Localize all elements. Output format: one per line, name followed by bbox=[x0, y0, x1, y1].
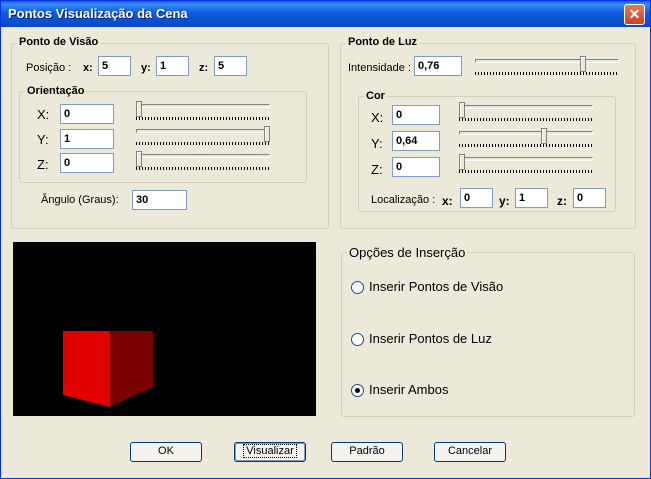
slider-track bbox=[475, 59, 619, 63]
orientacao-title: Orientação bbox=[25, 85, 87, 97]
slider-track bbox=[136, 154, 270, 158]
ok-button-label: OK bbox=[158, 445, 174, 457]
luz-z-input[interactable] bbox=[573, 188, 606, 208]
radio-inserir-luz[interactable] bbox=[351, 333, 364, 346]
intensidade-label: Intensidade : bbox=[348, 62, 411, 74]
posicao-label: Posição : bbox=[26, 62, 72, 74]
orientacao-y-label: Y: bbox=[37, 132, 49, 147]
cor-z-label: Z: bbox=[371, 162, 383, 177]
orientacao-x-label: X: bbox=[37, 107, 50, 122]
luz-x-input[interactable] bbox=[460, 188, 493, 208]
visao-z-input[interactable] bbox=[214, 56, 247, 76]
slider-ticks bbox=[459, 170, 593, 173]
orientacao-z-label: Z: bbox=[37, 157, 49, 172]
orientacao-z-slider[interactable] bbox=[136, 151, 270, 173]
luz-z-label: z: bbox=[557, 194, 567, 208]
slider-ticks bbox=[459, 144, 593, 147]
radio-inserir-luz-label[interactable]: Inserir Pontos de Luz bbox=[369, 331, 492, 346]
cor-z-input[interactable] bbox=[392, 157, 440, 177]
orientacao-y-input[interactable] bbox=[60, 129, 114, 149]
opcoes-insercao-title: Opções de Inserção bbox=[347, 245, 468, 260]
dialog-window: Pontos Visualização da Cena ✕ Ponto de V… bbox=[0, 0, 651, 479]
slider-ticks bbox=[136, 117, 270, 120]
ponto-visao-title: Ponto de Visão bbox=[17, 36, 101, 48]
scene-preview[interactable] bbox=[13, 242, 316, 416]
visao-z-label: z: bbox=[199, 62, 209, 74]
intensidade-input[interactable] bbox=[414, 56, 462, 76]
slider-ticks bbox=[475, 72, 619, 75]
radio-inserir-visao-label[interactable]: Inserir Pontos de Visão bbox=[369, 279, 503, 294]
cube-graphic bbox=[63, 331, 153, 407]
slider-thumb[interactable] bbox=[136, 101, 142, 117]
radio-inserir-ambos[interactable] bbox=[351, 384, 364, 397]
orientacao-y-slider[interactable] bbox=[136, 126, 270, 148]
slider-track bbox=[459, 131, 593, 135]
intensidade-slider[interactable] bbox=[475, 56, 619, 78]
visualizar-button-label: Visualizar bbox=[243, 444, 297, 458]
radio-inserir-visao[interactable] bbox=[351, 281, 364, 294]
cor-x-input[interactable] bbox=[392, 105, 440, 125]
orientacao-x-slider[interactable] bbox=[136, 101, 270, 123]
cor-y-input[interactable] bbox=[392, 131, 440, 151]
luz-y-input[interactable] bbox=[515, 188, 548, 208]
cube-side-face bbox=[110, 331, 153, 407]
visualizar-button[interactable]: Visualizar bbox=[234, 442, 306, 462]
slider-thumb[interactable] bbox=[459, 102, 465, 118]
angulo-label: Ângulo (Graus): bbox=[41, 194, 119, 206]
slider-thumb[interactable] bbox=[459, 154, 465, 170]
cancelar-button[interactable]: Cancelar bbox=[434, 442, 506, 462]
title-bar[interactable]: Pontos Visualização da Cena ✕ bbox=[1, 1, 650, 27]
slider-ticks bbox=[136, 167, 270, 170]
cor-y-label: Y: bbox=[371, 136, 383, 151]
padrao-button[interactable]: Padrão bbox=[331, 442, 403, 462]
visao-x-input[interactable] bbox=[98, 56, 131, 76]
slider-track bbox=[459, 157, 593, 161]
localizacao-label: Localização : bbox=[371, 194, 436, 206]
cube-front-face bbox=[63, 331, 110, 407]
cor-title: Cor bbox=[364, 90, 387, 102]
radio-inserir-ambos-label[interactable]: Inserir Ambos bbox=[369, 382, 448, 397]
ok-button[interactable]: OK bbox=[130, 442, 202, 462]
cor-z-slider[interactable] bbox=[459, 154, 593, 176]
slider-thumb[interactable] bbox=[541, 128, 547, 144]
cor-y-slider[interactable] bbox=[459, 128, 593, 150]
ponto-luz-title: Ponto de Luz bbox=[346, 36, 420, 48]
cancelar-button-label: Cancelar bbox=[447, 445, 493, 457]
orientacao-x-input[interactable] bbox=[60, 104, 114, 124]
cor-x-slider[interactable] bbox=[459, 102, 593, 124]
visao-y-input[interactable] bbox=[156, 56, 189, 76]
angulo-input[interactable] bbox=[132, 190, 187, 210]
orientacao-z-input[interactable] bbox=[60, 153, 114, 173]
slider-thumb[interactable] bbox=[136, 151, 142, 167]
window-title: Pontos Visualização da Cena bbox=[8, 6, 188, 21]
visao-y-label: y: bbox=[141, 62, 151, 74]
slider-ticks bbox=[459, 118, 593, 121]
slider-thumb[interactable] bbox=[580, 56, 586, 72]
luz-y-label: y: bbox=[499, 194, 510, 208]
slider-track bbox=[136, 129, 270, 133]
slider-thumb[interactable] bbox=[264, 126, 270, 142]
close-icon[interactable]: ✕ bbox=[624, 4, 645, 25]
visao-x-label: x: bbox=[83, 62, 93, 74]
slider-ticks bbox=[136, 142, 270, 145]
slider-track bbox=[459, 105, 593, 109]
luz-x-label: x: bbox=[442, 194, 453, 208]
slider-track bbox=[136, 104, 270, 108]
cor-x-label: X: bbox=[371, 110, 384, 125]
padrao-button-label: Padrão bbox=[349, 445, 385, 457]
